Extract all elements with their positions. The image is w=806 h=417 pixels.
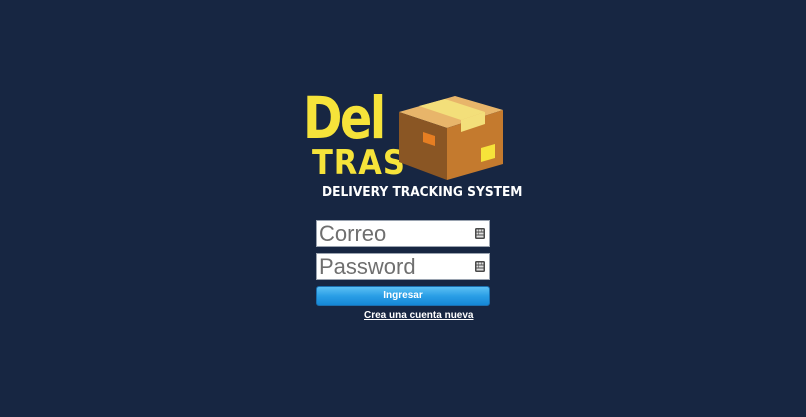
keyboard-icon[interactable]: [475, 261, 485, 272]
logo-tagline: DELIVERY TRACKING SYSTEM: [322, 185, 523, 200]
password-field: [316, 253, 490, 280]
package-box-icon: [399, 96, 503, 180]
create-account-link[interactable]: Crea una cuenta nueva: [364, 310, 473, 321]
deltras-logo: Del TRAS DELIVERY TRACKING SYSTEM: [300, 84, 522, 204]
email-input[interactable]: [317, 221, 467, 246]
email-field: [316, 220, 490, 247]
logo-word: Del: [303, 84, 386, 152]
keyboard-icon[interactable]: [475, 228, 485, 239]
login-form: Ingresar Crea una cuenta nueva: [316, 220, 490, 321]
login-page: Del TRAS DELIVERY TRACKING SYSTEM Correo…: [0, 0, 806, 417]
logo-sub: TRAS: [312, 143, 406, 183]
password-input[interactable]: [317, 254, 467, 279]
login-button[interactable]: Ingresar: [316, 286, 490, 306]
